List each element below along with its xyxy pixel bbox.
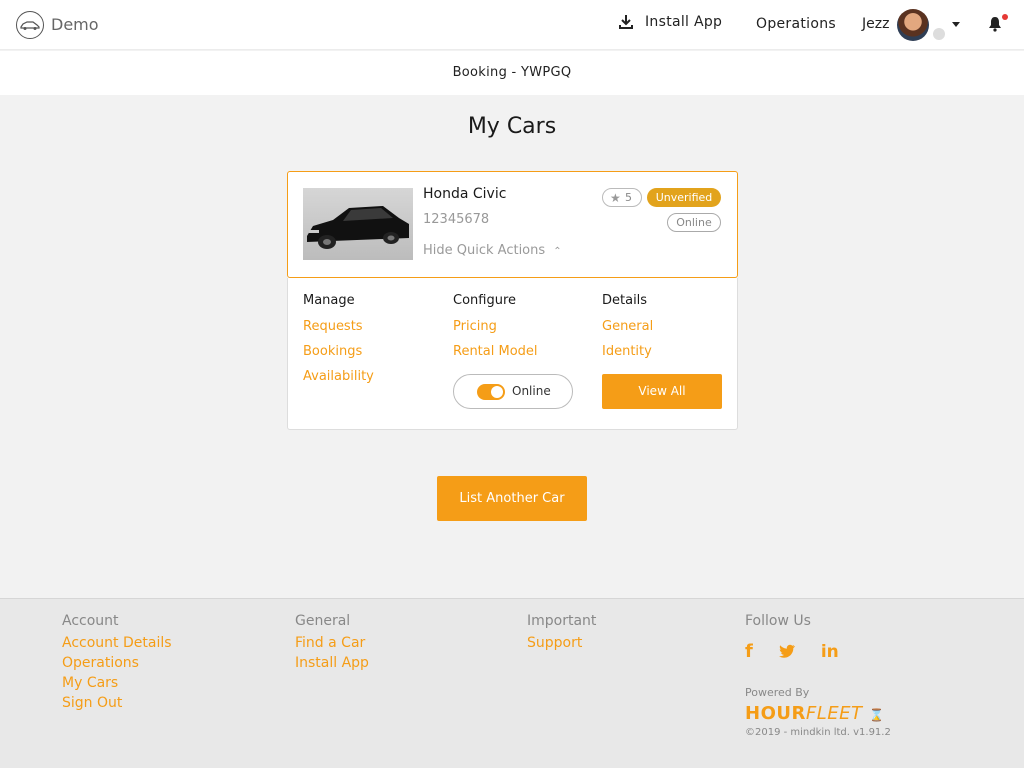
unverified-badge: Unverified (647, 188, 721, 207)
rating-badge: ★ 5 (602, 188, 642, 207)
configure-title: Configure (453, 293, 517, 308)
configure-column: Configure Pricing Rental Model (453, 293, 538, 364)
footer: Account Account Details Operations My Ca… (0, 598, 1024, 768)
bell-icon[interactable] (988, 16, 1002, 32)
rental-model-link[interactable]: Rental Model (453, 339, 538, 364)
car-photo (303, 188, 413, 260)
manage-title: Manage (303, 293, 355, 308)
car-logo-icon[interactable] (16, 11, 44, 39)
footer-general-title: General (295, 613, 351, 629)
list-another-car-button[interactable]: List Another Car (437, 476, 587, 521)
operations-link[interactable]: Operations (756, 16, 836, 32)
online-switch[interactable] (477, 384, 505, 400)
find-a-car-link[interactable]: Find a Car (295, 633, 369, 653)
hide-quick-actions-label: Hide Quick Actions (423, 243, 546, 258)
bookings-link[interactable]: Bookings (303, 339, 374, 364)
hourfleet-logo[interactable]: HOURFLEET ⌛ (745, 703, 885, 724)
footer-important-title: Important (527, 613, 597, 629)
rating-value: 5 (625, 191, 632, 204)
install-app-link[interactable]: Install App (619, 14, 722, 30)
sign-out-link[interactable]: Sign Out (62, 693, 172, 713)
linkedin-icon[interactable]: in (821, 642, 839, 662)
twitter-icon[interactable] (778, 644, 796, 659)
download-icon (619, 15, 633, 29)
booking-banner[interactable]: Booking - YWPGQ (0, 51, 1024, 95)
install-app-label: Install App (645, 14, 723, 30)
footer-account-column: Account Account Details Operations My Ca… (62, 613, 172, 713)
facebook-icon[interactable]: f (745, 641, 753, 662)
footer-operations-link[interactable]: Operations (62, 653, 172, 673)
hourfleet-logo-hour: HOUR (745, 703, 806, 724)
car-card[interactable]: Honda Civic 12345678 Hide Quick Actions … (287, 171, 738, 278)
availability-link[interactable]: Availability (303, 364, 374, 389)
account-details-link[interactable]: Account Details (62, 633, 172, 653)
general-link[interactable]: General (602, 314, 653, 339)
manage-column: Manage Requests Bookings Availability (303, 293, 374, 389)
footer-account-title: Account (62, 613, 119, 629)
brand-name[interactable]: Demo (51, 15, 99, 34)
top-navbar: Demo Install App Operations Jezz (0, 0, 1024, 50)
pricing-link[interactable]: Pricing (453, 314, 538, 339)
footer-follow-title: Follow Us (745, 613, 811, 629)
booking-label: Booking - YWPGQ (452, 65, 572, 80)
hide-quick-actions-toggle[interactable]: Hide Quick Actions ⌃ (423, 243, 562, 258)
copyright-text: ©2019 - mindkin ltd. v1.91.2 (745, 727, 891, 738)
view-all-button[interactable]: View All (602, 374, 722, 409)
user-status-icon (932, 27, 946, 41)
my-cars-link[interactable]: My Cars (62, 673, 172, 693)
powered-by-label: Powered By (745, 686, 810, 699)
chevron-up-icon: ⌃ (553, 246, 562, 257)
car-name[interactable]: Honda Civic (423, 186, 506, 202)
page-title: My Cars (467, 114, 557, 139)
identity-link[interactable]: Identity (602, 339, 653, 364)
details-column: Details General Identity (602, 293, 653, 364)
car-plate: 12345678 (423, 212, 490, 227)
footer-general-column: General Find a Car Install App (295, 613, 369, 673)
online-toggle-label: Online (512, 384, 551, 398)
support-link[interactable]: Support (527, 633, 596, 653)
quick-actions-panel: Manage Requests Bookings Availability Co… (287, 278, 738, 430)
chevron-down-icon[interactable] (952, 22, 960, 27)
footer-important-column: Important Support (527, 613, 596, 653)
online-status-badge: Online (667, 213, 721, 232)
footer-install-app-link[interactable]: Install App (295, 653, 369, 673)
details-title: Details (602, 293, 648, 308)
notification-dot (1002, 14, 1008, 20)
hourfleet-logo-fleet: FLEET (805, 703, 863, 724)
star-icon: ★ (610, 191, 621, 205)
online-toggle[interactable]: Online (453, 374, 573, 409)
hourglass-icon: ⌛ (869, 708, 885, 722)
footer-follow-column: Follow Us f in (745, 613, 839, 662)
avatar[interactable] (897, 9, 929, 41)
user-name[interactable]: Jezz (862, 16, 889, 32)
requests-link[interactable]: Requests (303, 314, 374, 339)
